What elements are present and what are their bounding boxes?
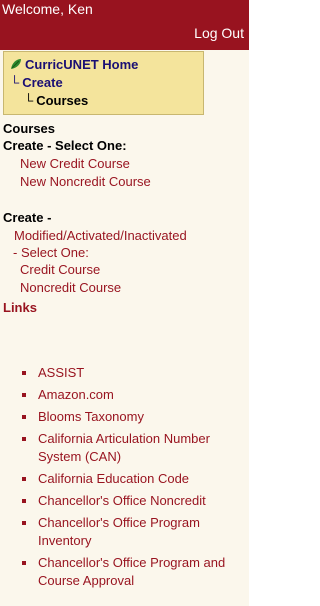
link-blooms-taxonomy[interactable]: Blooms Taxonomy: [0, 408, 249, 426]
breadcrumb-home-label: CurricUNET Home: [25, 57, 139, 72]
create-select-heading: Create - Select One:: [3, 138, 127, 153]
leaf-icon: [11, 59, 21, 69]
link-can[interactable]: California Articulation Number System (C…: [0, 430, 249, 466]
breadcrumb-courses-label: Courses: [36, 93, 89, 108]
branch-icon: └: [10, 75, 20, 90]
breadcrumb: CurricUNET Home └ Create └ Courses: [3, 51, 204, 115]
noncredit-course-link[interactable]: Noncredit Course: [20, 280, 121, 295]
welcome-bar: Welcome, Ken Log Out: [0, 0, 249, 50]
credit-course-link[interactable]: Credit Course: [20, 262, 100, 277]
breadcrumb-courses: └ Courses: [24, 93, 88, 108]
link-amazon[interactable]: Amazon.com: [0, 386, 249, 404]
new-credit-course-link[interactable]: New Credit Course: [20, 156, 130, 171]
link-assist[interactable]: ASSIST: [0, 364, 249, 382]
breadcrumb-create[interactable]: └ Create: [10, 75, 63, 90]
link-education-code[interactable]: California Education Code: [0, 470, 249, 488]
links-heading: Links: [3, 300, 37, 315]
breadcrumb-home[interactable]: CurricUNET Home: [10, 57, 138, 72]
links-list: ASSIST Amazon.com Blooms Taxonomy Califo…: [0, 364, 249, 590]
link-co-noncredit[interactable]: Chancellor's Office Noncredit: [0, 492, 249, 510]
modified-activated-inactivated-label: Modified/Activated/Inactivated: [14, 228, 187, 243]
select-one-label: - Select One:: [13, 245, 89, 260]
sidebar: Welcome, Ken Log Out CurricUNET Home └ Cr…: [0, 0, 249, 606]
new-noncredit-course-link[interactable]: New Noncredit Course: [20, 174, 151, 189]
branch-icon: └: [24, 93, 34, 108]
welcome-text: Welcome, Ken: [2, 1, 93, 17]
link-co-program-approval[interactable]: Chancellor's Office Program and Course A…: [0, 554, 249, 590]
link-co-program-inventory[interactable]: Chancellor's Office Program Inventory: [0, 514, 249, 550]
breadcrumb-create-label: Create: [22, 75, 63, 90]
logout-link[interactable]: Log Out: [194, 25, 244, 41]
create-heading: Create -: [3, 210, 52, 225]
courses-heading: Courses: [3, 121, 56, 136]
